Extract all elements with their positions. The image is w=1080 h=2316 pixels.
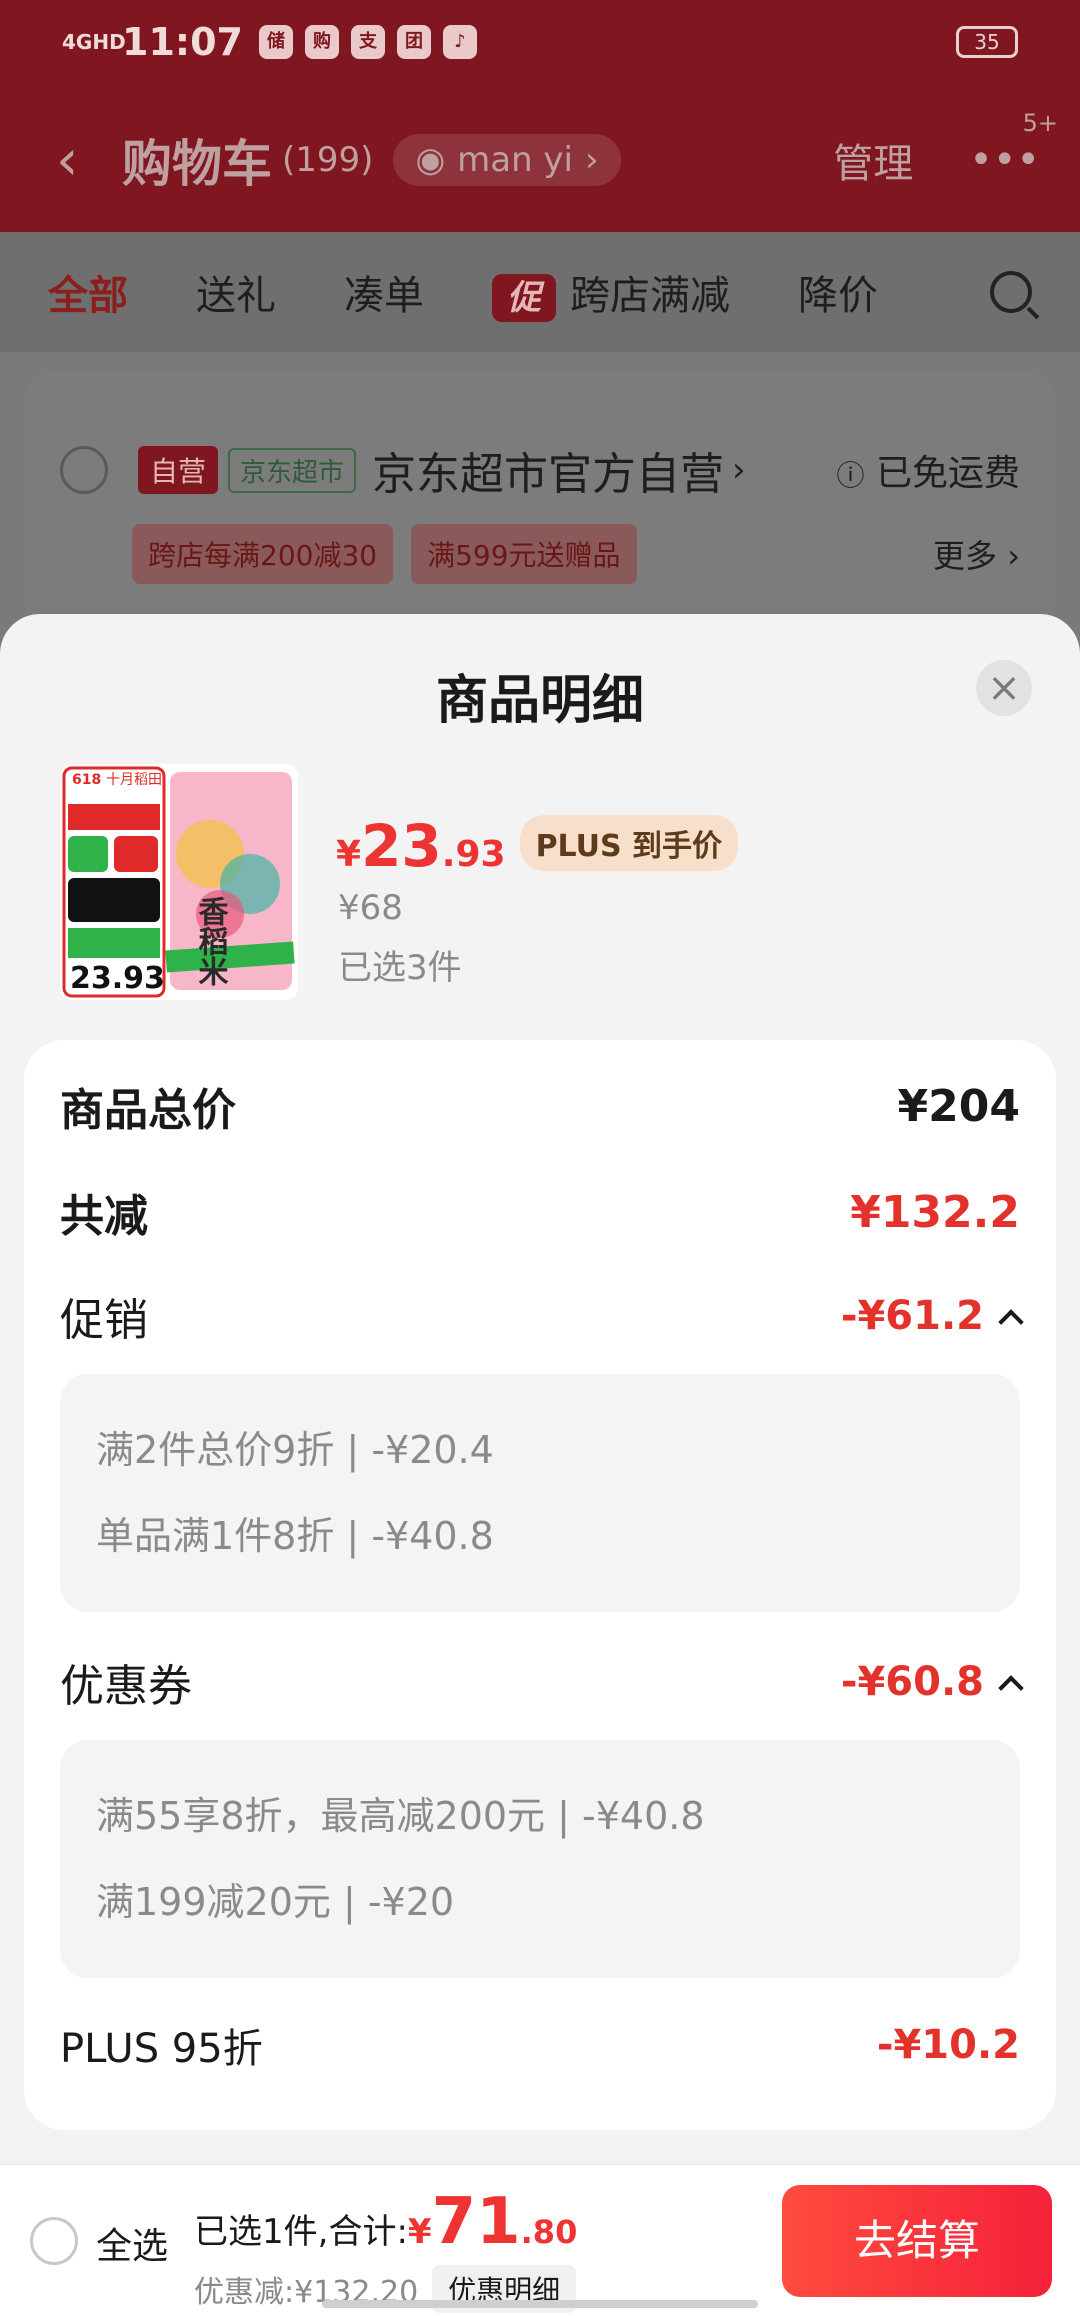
price-breakdown-card: 商品总价 ¥204 共减 ¥132.2 促销 -¥61.2 满2件总价9折 | … xyxy=(24,1040,1056,2130)
price-currency: ¥ xyxy=(336,834,362,875)
self-operated-tag: 自营 xyxy=(138,446,219,494)
store-promos: 跨店每满200减30 满599元送赠品 更多 › xyxy=(132,524,1020,584)
total-label: 商品总价 xyxy=(60,1085,236,1136)
tab-price-drop[interactable]: 降价 xyxy=(798,263,878,321)
original-price: ¥68 xyxy=(338,888,403,928)
tab-add-on[interactable]: 凑单 xyxy=(344,263,424,321)
eye-icon: ◉ xyxy=(415,140,446,180)
plus-discount-value: -¥10.2 xyxy=(876,2022,1020,2068)
selected-quantity: 已选3件 xyxy=(338,948,462,988)
thumb-badge: 618 xyxy=(72,772,101,788)
filter-tabs: 全部 送礼 凑单 促跨店满减 降价 xyxy=(0,232,1080,352)
store-card: 自营 京东超市 京东超市官方自营 › ⓘ 已免运费 跨店每满200减30 满59… xyxy=(24,372,1056,632)
notification-icons: 储 购 支 团 ♪ xyxy=(258,25,477,59)
coupon-detail-item: 满55享8折，最高减200元 | -¥40.8 xyxy=(96,1794,705,1838)
total-decimal: .80 xyxy=(520,2213,578,2251)
more-label: 更多 xyxy=(933,537,998,575)
reduce-row: 共减 ¥132.2 xyxy=(60,1180,1020,1244)
home-indicator[interactable] xyxy=(322,2300,758,2308)
close-icon[interactable]: × xyxy=(976,660,1032,716)
checkout-button[interactable]: 去结算 xyxy=(782,2185,1052,2297)
coupon-detail-box: 满55享8折，最高减200元 | -¥40.8 满199减20元 | -¥20 xyxy=(60,1740,1020,1978)
promo-value: -¥61.2 xyxy=(840,1293,984,1339)
app-notification-icon: 购 xyxy=(304,25,339,59)
promo-row[interactable]: 促销 -¥61.2 xyxy=(60,1284,1024,1348)
promo-detail-item: 满2件总价9折 | -¥20.4 xyxy=(96,1428,494,1472)
sheet-title: 商品明细 xyxy=(435,671,644,731)
reduce-label: 共减 xyxy=(60,1191,148,1242)
more-dots-icon: ••• xyxy=(969,137,1040,183)
checkout-bar: 全选 已选1件,合计: ¥ 71 .80 优惠减:¥132.20 优惠明细 去结… xyxy=(0,2164,1080,2316)
back-arrow-icon[interactable]: ‹ xyxy=(56,128,106,193)
promo-badge: 促 xyxy=(492,273,556,322)
info-icon: ⓘ xyxy=(836,459,865,492)
thumb-brand: 十月稻田 xyxy=(106,772,162,788)
promo-chip[interactable]: 满599元送赠品 xyxy=(411,524,637,584)
tab-label: 跨店满减 xyxy=(570,272,730,319)
plus-discount-label: PLUS 95折 xyxy=(60,2026,263,2072)
total-currency: ¥ xyxy=(407,2212,432,2252)
product-price: ¥ 23 .93 PLUS 到手价 xyxy=(336,812,739,881)
select-all-radio[interactable] xyxy=(30,2217,78,2265)
page-header: 4GHD 11:07 储 购 支 团 ♪ 35 ‹ 购物车 (199) ◉ ma… xyxy=(0,0,1080,232)
product-thumbnail[interactable]: 618 十月稻田 23.93 香稻米 xyxy=(60,764,298,1000)
select-all-label[interactable]: 全选 xyxy=(96,2217,168,2269)
message-badge: 5+ xyxy=(1022,109,1058,137)
user-name: man yi xyxy=(457,140,573,180)
search-icon[interactable] xyxy=(990,271,1032,313)
total-value: ¥204 xyxy=(897,1080,1020,1132)
coupon-label: 优惠券 xyxy=(60,1661,192,1712)
coupon-row[interactable]: 优惠券 -¥60.8 xyxy=(60,1650,1024,1714)
more-menu-button[interactable]: ••• 5+ xyxy=(969,109,1058,183)
shipping-label: 已免运费 xyxy=(875,453,1020,494)
tab-all[interactable]: 全部 xyxy=(48,263,128,321)
more-promos-link[interactable]: 更多 › xyxy=(933,531,1020,577)
app-notification-icon: 储 xyxy=(258,25,293,59)
store-header: 自营 京东超市 京东超市官方自营 › ⓘ 已免运费 xyxy=(60,438,1020,502)
manage-button[interactable]: 管理 xyxy=(833,131,913,189)
shipping-status: ⓘ 已免运费 xyxy=(837,444,1020,496)
chevron-up-icon[interactable] xyxy=(998,1309,1024,1335)
promo-detail-item: 单品满1件8折 | -¥40.8 xyxy=(96,1514,494,1558)
total-integer: 71 xyxy=(431,2185,521,2259)
tab-cross-store-discount[interactable]: 促跨店满减 xyxy=(492,263,730,322)
status-bar: 4GHD 11:07 储 购 支 团 ♪ 35 xyxy=(62,14,1018,70)
store-name-link[interactable]: 京东超市官方自营 xyxy=(372,438,724,502)
rice-bag-image: 618 十月稻田 23.93 香稻米 xyxy=(60,764,298,1000)
coupon-detail-item: 满199减20元 | -¥20 xyxy=(96,1880,455,1924)
app-notification-icon: 支 xyxy=(350,25,385,59)
promo-label: 促销 xyxy=(60,1295,148,1346)
plus-price-tag: PLUS 到手价 xyxy=(519,815,739,871)
nav-bar: ‹ 购物车 (199) ◉ man yi › 管理 ••• 5+ xyxy=(56,109,1058,200)
cart-count: (199) xyxy=(282,140,374,180)
detail-sheet: 商品明细 × 618 十月稻田 23.93 香稻米 ¥ 23 .93 PLUS … xyxy=(0,614,1080,2164)
store-select-radio[interactable] xyxy=(60,446,108,494)
clock: 11:07 xyxy=(122,20,243,64)
chevron-right-icon: › xyxy=(585,140,599,180)
price-decimal: .93 xyxy=(441,834,506,875)
jd-supermarket-tag: 京东超市 xyxy=(228,447,357,493)
reduce-value: ¥132.2 xyxy=(850,1186,1020,1238)
tab-gift[interactable]: 送礼 xyxy=(196,263,276,321)
app-notification-icon: ♪ xyxy=(442,25,477,59)
price-integer: 23 xyxy=(361,812,442,880)
chevron-up-icon[interactable] xyxy=(998,1675,1024,1701)
plus-discount-row: PLUS 95折 -¥10.2 xyxy=(60,2016,1020,2074)
product-summary: 618 十月稻田 23.93 香稻米 ¥ 23 .93 PLUS 到手价 ¥68… xyxy=(60,764,1040,1004)
promo-chip[interactable]: 跨店每满200减30 xyxy=(132,524,394,584)
app-notification-icon: 团 xyxy=(396,25,431,59)
network-indicator: 4GHD xyxy=(62,30,126,54)
promo-detail-box: 满2件总价9折 | -¥20.4 单品满1件8折 | -¥40.8 xyxy=(60,1374,1020,1612)
total-row: 商品总价 ¥204 xyxy=(60,1074,1020,1138)
battery-icon: 35 xyxy=(956,26,1018,58)
address-user-pill[interactable]: ◉ man yi › xyxy=(393,134,621,186)
total-summary-label: 已选1件,合计: xyxy=(194,2212,408,2252)
page-title: 购物车 xyxy=(122,135,272,193)
thumb-price: 23.93 xyxy=(70,961,165,996)
thumb-product-name: 香稻米 xyxy=(193,896,229,986)
chevron-right-icon: › xyxy=(732,450,746,490)
coupon-value: -¥60.8 xyxy=(840,1659,984,1705)
order-total: 已选1件,合计: ¥ 71 .80 xyxy=(194,2185,577,2259)
